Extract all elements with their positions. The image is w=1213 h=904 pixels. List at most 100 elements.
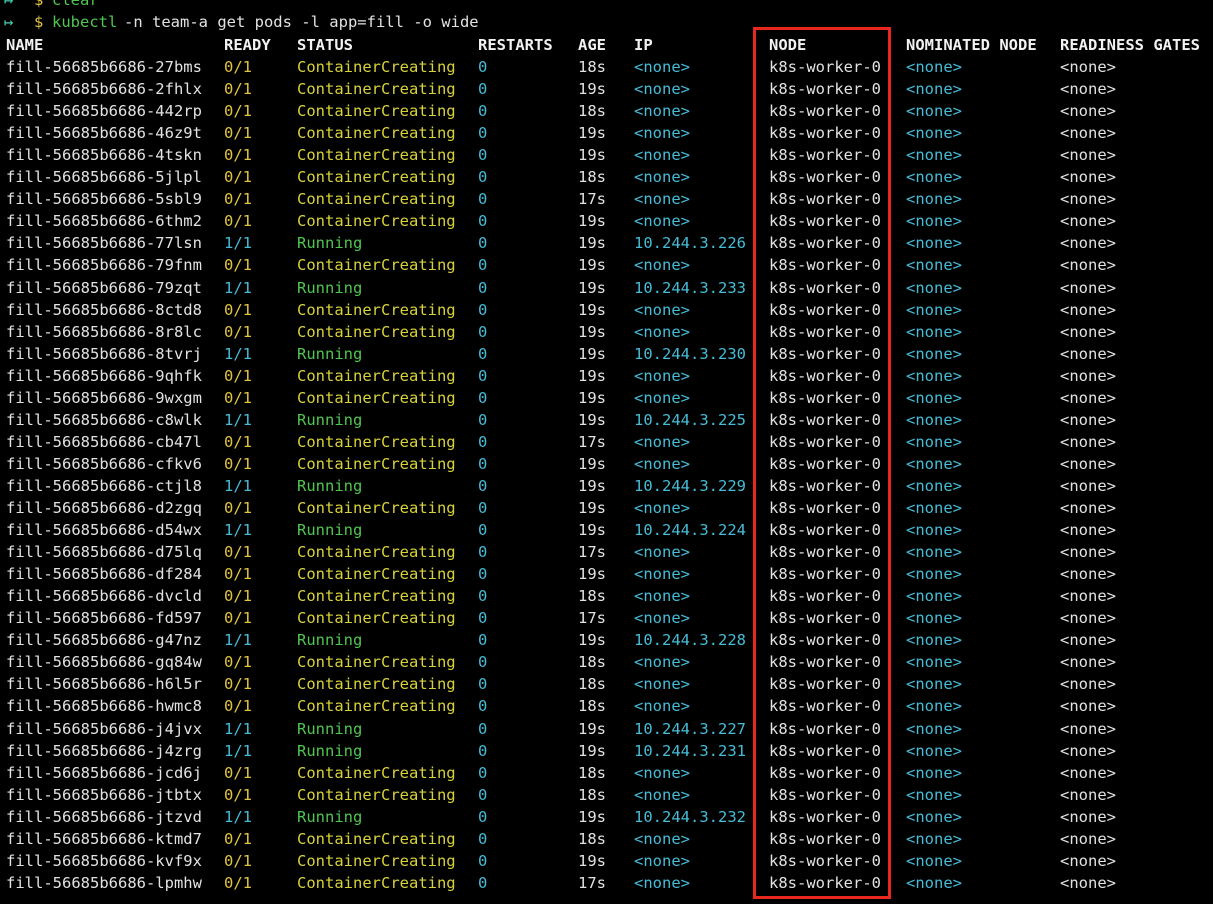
pod-ip: <none> xyxy=(634,543,690,562)
pod-nominated-node: <none> xyxy=(906,256,962,275)
pod-readiness-gates: <none> xyxy=(1060,653,1116,672)
pod-nominated-node: <none> xyxy=(906,80,962,99)
pod-node: k8s-worker-0 xyxy=(769,476,881,495)
pod-ip: <none> xyxy=(634,388,690,407)
pod-age: 17s xyxy=(578,873,606,892)
pod-restarts: 0 xyxy=(478,587,488,606)
pod-readiness-gates: <none> xyxy=(1060,454,1116,473)
pod-ready: 0/1 xyxy=(224,763,252,782)
pod-ip: <none> xyxy=(634,785,690,804)
header-age: AGE xyxy=(578,36,606,54)
pod-ready: 0/1 xyxy=(224,543,252,562)
pod-name: fill-56685b6686-2fhlx xyxy=(6,80,202,99)
table-row: fill-56685b6686-cfkv6 0/1 ContainerCreatin… xyxy=(0,453,1213,475)
pod-age: 17s xyxy=(578,190,606,209)
pod-ready: 0/1 xyxy=(224,873,252,892)
pod-readiness-gates: <none> xyxy=(1060,432,1116,451)
pod-status: Running xyxy=(297,631,363,650)
pod-restarts: 0 xyxy=(478,697,488,716)
pod-node: k8s-worker-0 xyxy=(769,675,881,694)
pod-nominated-node: <none> xyxy=(906,543,962,562)
pod-name: fill-56685b6686-9qhfk xyxy=(6,366,202,385)
pod-status: ContainerCreating xyxy=(297,190,456,209)
pod-node: k8s-worker-0 xyxy=(769,168,881,187)
pod-readiness-gates: <none> xyxy=(1060,565,1116,584)
pod-readiness-gates: <none> xyxy=(1060,873,1116,892)
pod-restarts: 0 xyxy=(478,565,488,584)
table-row: fill-56685b6686-gq84w 0/1 ContainerCreatin… xyxy=(0,651,1213,673)
pod-ready: 0/1 xyxy=(224,675,252,694)
pod-nominated-node: <none> xyxy=(906,124,962,143)
pod-readiness-gates: <none> xyxy=(1060,212,1116,231)
pod-ready: 0/1 xyxy=(224,190,252,209)
pod-status: Running xyxy=(297,741,363,760)
pod-nominated-node: <none> xyxy=(906,234,962,253)
pod-ip: 10.244.3.233 xyxy=(634,278,746,297)
pod-name: fill-56685b6686-46z9t xyxy=(6,124,202,143)
table-row: fill-56685b6686-27bms 0/1 ContainerCreatin… xyxy=(0,56,1213,78)
pod-name: fill-56685b6686-4tskn xyxy=(6,146,202,165)
pod-ready: 0/1 xyxy=(224,102,252,121)
table-row: fill-56685b6686-lpmhw 0/1 ContainerCreatin… xyxy=(0,872,1213,894)
pod-ip: <none> xyxy=(634,499,690,517)
pod-nominated-node: <none> xyxy=(906,785,962,804)
pod-age: 18s xyxy=(578,697,606,716)
pod-age: 18s xyxy=(578,653,606,672)
pod-age: 18s xyxy=(578,675,606,694)
pod-status: ContainerCreating xyxy=(297,543,456,562)
pod-status: ContainerCreating xyxy=(297,653,456,672)
pod-ready: 0/1 xyxy=(224,454,252,473)
pod-age: 19s xyxy=(578,454,606,473)
pod-readiness-gates: <none> xyxy=(1060,521,1116,540)
pod-ip: 10.244.3.230 xyxy=(634,344,746,363)
pod-age: 19s xyxy=(578,410,606,429)
pod-ready: 0/1 xyxy=(224,697,252,716)
pod-ready: 0/1 xyxy=(224,432,252,451)
pod-ready: 0/1 xyxy=(224,300,252,319)
pod-readiness-gates: <none> xyxy=(1060,719,1116,738)
pod-restarts: 0 xyxy=(478,609,488,628)
pod-name: fill-56685b6686-gq84w xyxy=(6,653,202,672)
table-row: fill-56685b6686-d2zgq 0/1 ContainerCreatin… xyxy=(0,497,1213,519)
pod-node: k8s-worker-0 xyxy=(769,432,881,451)
pod-restarts: 0 xyxy=(478,410,488,429)
command-line[interactable]: ↦ $ kubectl -n team-a get pods -l app=fi… xyxy=(0,11,1213,33)
pod-name: fill-56685b6686-ctjl8 xyxy=(6,476,202,495)
table-header-row: NAME READY STATUS RESTARTS AGE IP NODE N… xyxy=(0,34,1213,56)
pod-restarts: 0 xyxy=(478,543,488,562)
table-row: fill-56685b6686-46z9t 0/1 ContainerCreatin… xyxy=(0,122,1213,144)
table-row: fill-56685b6686-j4jvx 1/1 Running 0 19s 10.24… xyxy=(0,718,1213,740)
table-row: fill-56685b6686-79zqt 1/1 Running 0 19s 10.24… xyxy=(0,277,1213,299)
pod-ip: 10.244.3.227 xyxy=(634,719,746,738)
pod-age: 19s xyxy=(578,234,606,253)
pod-status: ContainerCreating xyxy=(297,432,456,451)
pod-readiness-gates: <none> xyxy=(1060,388,1116,407)
table-row: fill-56685b6686-df284 0/1 ContainerCreatin… xyxy=(0,563,1213,585)
pod-readiness-gates: <none> xyxy=(1060,124,1116,143)
terminal-window[interactable]: ↦ $ clear ↦ $ kubectl -n team-a get pods… xyxy=(0,0,1213,904)
pod-readiness-gates: <none> xyxy=(1060,829,1116,848)
pod-restarts: 0 xyxy=(478,212,488,231)
pod-name: fill-56685b6686-jtzvd xyxy=(6,807,202,826)
pod-age: 19s xyxy=(578,719,606,738)
pod-node: k8s-worker-0 xyxy=(769,873,881,892)
pod-age: 17s xyxy=(578,609,606,628)
pod-node: k8s-worker-0 xyxy=(769,146,881,165)
pod-status: ContainerCreating xyxy=(297,609,456,628)
pod-restarts: 0 xyxy=(478,234,488,253)
pod-ip: <none> xyxy=(634,873,690,892)
pod-node: k8s-worker-0 xyxy=(769,851,881,870)
header-name: NAME xyxy=(6,36,44,54)
pod-status: ContainerCreating xyxy=(297,565,456,584)
pod-status: ContainerCreating xyxy=(297,58,456,76)
pod-node: k8s-worker-0 xyxy=(769,609,881,628)
table-row: fill-56685b6686-c8wlk 1/1 Running 0 19s 10.24… xyxy=(0,409,1213,431)
pod-restarts: 0 xyxy=(478,146,488,165)
pod-nominated-node: <none> xyxy=(906,366,962,385)
pod-ready: 1/1 xyxy=(224,344,252,363)
pod-ready: 1/1 xyxy=(224,278,252,297)
pod-ip: <none> xyxy=(634,653,690,672)
pod-restarts: 0 xyxy=(478,719,488,738)
pod-name: fill-56685b6686-cb47l xyxy=(6,432,202,451)
pod-nominated-node: <none> xyxy=(906,807,962,826)
